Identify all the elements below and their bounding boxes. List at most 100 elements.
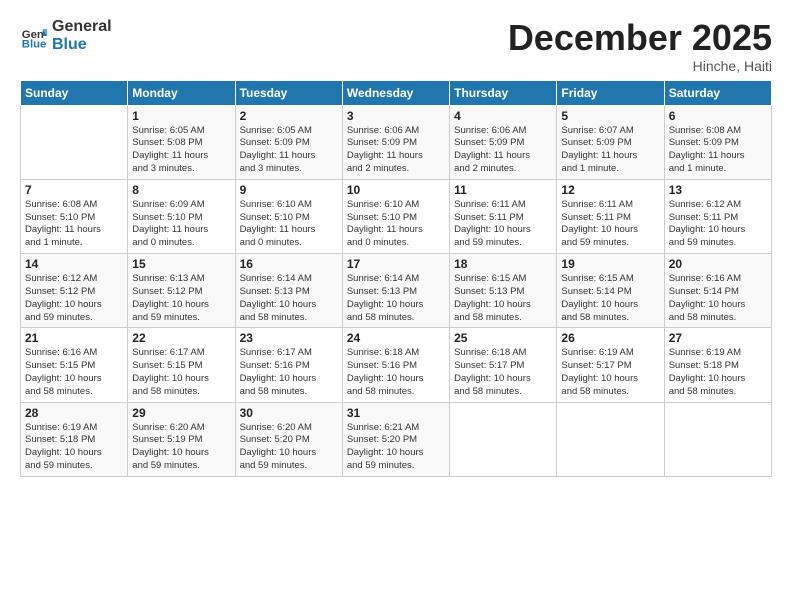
day-info: Sunrise: 6:15 AMSunset: 5:14 PMDaylight:… [561,273,659,324]
day-info: Sunrise: 6:15 AMSunset: 5:13 PMDaylight:… [454,273,552,324]
day-number: 9 [240,183,338,197]
calendar-cell: 18 Sunrise: 6:15 AMSunset: 5:13 PMDayligh… [450,254,557,328]
day-number: 4 [454,109,552,123]
calendar-cell: 13 Sunrise: 6:12 AMSunset: 5:11 PMDayligh… [664,179,771,253]
svg-text:Blue: Blue [22,38,47,50]
calendar-cell: 11 Sunrise: 6:11 AMSunset: 5:11 PMDayligh… [450,179,557,253]
calendar-cell [450,402,557,476]
calendar-cell: 14Sunrise: 6:12 AMSunset: 5:12 PMDayligh… [21,254,128,328]
day-info: Sunrise: 6:16 AMSunset: 5:15 PMDaylight:… [25,347,123,398]
day-info: Sunrise: 6:16 AMSunset: 5:14 PMDaylight:… [669,273,767,324]
page: Gen Blue General Blue December 2025 Hinc… [0,0,792,612]
calendar-week-3: 14Sunrise: 6:12 AMSunset: 5:12 PMDayligh… [21,254,772,328]
calendar-cell: 29 Sunrise: 6:20 AMSunset: 5:19 PMDayligh… [128,402,235,476]
day-number: 1 [132,109,230,123]
day-number: 5 [561,109,659,123]
day-info: Sunrise: 6:06 AMSunset: 5:09 PMDaylight:… [347,125,445,176]
calendar-cell: 16 Sunrise: 6:14 AMSunset: 5:13 PMDayligh… [235,254,342,328]
day-number: 3 [347,109,445,123]
calendar-cell: 6Sunrise: 6:08 AMSunset: 5:09 PMDaylight… [664,105,771,179]
day-number: 23 [240,331,338,345]
day-info: Sunrise: 6:14 AMSunset: 5:13 PMDaylight:… [240,273,338,324]
day-number: 7 [25,183,123,197]
logo-general: General [52,18,112,36]
calendar-table: SundayMondayTuesdayWednesdayThursdayFrid… [20,80,772,477]
day-number: 22 [132,331,230,345]
day-info: Sunrise: 6:19 AMSunset: 5:18 PMDaylight:… [669,347,767,398]
day-number: 27 [669,331,767,345]
calendar-cell: 27 Sunrise: 6:19 AMSunset: 5:18 PMDayligh… [664,328,771,402]
day-info: Sunrise: 6:21 AMSunset: 5:20 PMDaylight:… [347,422,445,473]
title-block: December 2025 Hinche, Haiti [508,18,772,74]
day-info: Sunrise: 6:05 AMSunset: 5:08 PMDaylight:… [132,125,230,176]
day-number: 8 [132,183,230,197]
day-info: Sunrise: 6:06 AMSunset: 5:09 PMDaylight:… [454,125,552,176]
day-number: 13 [669,183,767,197]
calendar-cell [557,402,664,476]
day-info: Sunrise: 6:18 AMSunset: 5:17 PMDaylight:… [454,347,552,398]
col-header-wednesday: Wednesday [342,80,449,105]
day-info: Sunrise: 6:10 AMSunset: 5:10 PMDaylight:… [347,199,445,250]
day-info: Sunrise: 6:10 AMSunset: 5:10 PMDaylight:… [240,199,338,250]
day-number: 30 [240,406,338,420]
day-info: Sunrise: 6:20 AMSunset: 5:19 PMDaylight:… [132,422,230,473]
calendar-cell: 28Sunrise: 6:19 AMSunset: 5:18 PMDayligh… [21,402,128,476]
calendar-cell [664,402,771,476]
col-header-monday: Monday [128,80,235,105]
calendar-cell: 2Sunrise: 6:05 AMSunset: 5:09 PMDaylight… [235,105,342,179]
calendar-cell: 4 Sunrise: 6:06 AMSunset: 5:09 PMDaylight… [450,105,557,179]
day-info: Sunrise: 6:11 AMSunset: 5:11 PMDaylight:… [561,199,659,250]
day-number: 16 [240,257,338,271]
day-number: 28 [25,406,123,420]
day-number: 18 [454,257,552,271]
logo-text: General Blue [52,18,112,53]
calendar-cell: 30 Sunrise: 6:20 AMSunset: 5:20 PMDayligh… [235,402,342,476]
day-number: 12 [561,183,659,197]
calendar-cell: 24 Sunrise: 6:18 AMSunset: 5:16 PMDayligh… [342,328,449,402]
day-info: Sunrise: 6:11 AMSunset: 5:11 PMDaylight:… [454,199,552,250]
col-header-saturday: Saturday [664,80,771,105]
day-number: 10 [347,183,445,197]
calendar-cell: 8 Sunrise: 6:09 AMSunset: 5:10 PMDaylight… [128,179,235,253]
day-info: Sunrise: 6:12 AMSunset: 5:11 PMDaylight:… [669,199,767,250]
day-number: 11 [454,183,552,197]
day-info: Sunrise: 6:12 AMSunset: 5:12 PMDaylight:… [25,273,123,324]
col-header-thursday: Thursday [450,80,557,105]
day-info: Sunrise: 6:09 AMSunset: 5:10 PMDaylight:… [132,199,230,250]
day-info: Sunrise: 6:17 AMSunset: 5:16 PMDaylight:… [240,347,338,398]
calendar-cell: 23 Sunrise: 6:17 AMSunset: 5:16 PMDayligh… [235,328,342,402]
calendar-cell: 20 Sunrise: 6:16 AMSunset: 5:14 PMDayligh… [664,254,771,328]
calendar-week-5: 28Sunrise: 6:19 AMSunset: 5:18 PMDayligh… [21,402,772,476]
day-number: 24 [347,331,445,345]
day-number: 17 [347,257,445,271]
day-number: 31 [347,406,445,420]
day-number: 25 [454,331,552,345]
day-info: Sunrise: 6:19 AMSunset: 5:17 PMDaylight:… [561,347,659,398]
day-info: Sunrise: 6:08 AMSunset: 5:09 PMDaylight:… [669,125,767,176]
calendar-week-4: 21 Sunrise: 6:16 AMSunset: 5:15 PMDayligh… [21,328,772,402]
calendar-cell: 19 Sunrise: 6:15 AMSunset: 5:14 PMDayligh… [557,254,664,328]
day-number: 19 [561,257,659,271]
day-info: Sunrise: 6:07 AMSunset: 5:09 PMDaylight:… [561,125,659,176]
calendar-cell: 25 Sunrise: 6:18 AMSunset: 5:17 PMDayligh… [450,328,557,402]
calendar-cell: 10 Sunrise: 6:10 AMSunset: 5:10 PMDayligh… [342,179,449,253]
logo-icon: Gen Blue [20,22,48,50]
calendar-week-1: 1 Sunrise: 6:05 AMSunset: 5:08 PMDaylight… [21,105,772,179]
calendar-cell: 21 Sunrise: 6:16 AMSunset: 5:15 PMDayligh… [21,328,128,402]
day-number: 26 [561,331,659,345]
day-info: Sunrise: 6:08 AMSunset: 5:10 PMDaylight:… [25,199,123,250]
calendar-cell: 17 Sunrise: 6:14 AMSunset: 5:13 PMDayligh… [342,254,449,328]
day-number: 29 [132,406,230,420]
day-info: Sunrise: 6:14 AMSunset: 5:13 PMDaylight:… [347,273,445,324]
day-number: 15 [132,257,230,271]
calendar-cell [21,105,128,179]
calendar-cell: 26 Sunrise: 6:19 AMSunset: 5:17 PMDayligh… [557,328,664,402]
day-number: 20 [669,257,767,271]
calendar-cell: 3 Sunrise: 6:06 AMSunset: 5:09 PMDaylight… [342,105,449,179]
day-info: Sunrise: 6:18 AMSunset: 5:16 PMDaylight:… [347,347,445,398]
day-number: 21 [25,331,123,345]
day-info: Sunrise: 6:13 AMSunset: 5:12 PMDaylight:… [132,273,230,324]
calendar-header-row: SundayMondayTuesdayWednesdayThursdayFrid… [21,80,772,105]
day-info: Sunrise: 6:20 AMSunset: 5:20 PMDaylight:… [240,422,338,473]
calendar-cell: 9 Sunrise: 6:10 AMSunset: 5:10 PMDaylight… [235,179,342,253]
